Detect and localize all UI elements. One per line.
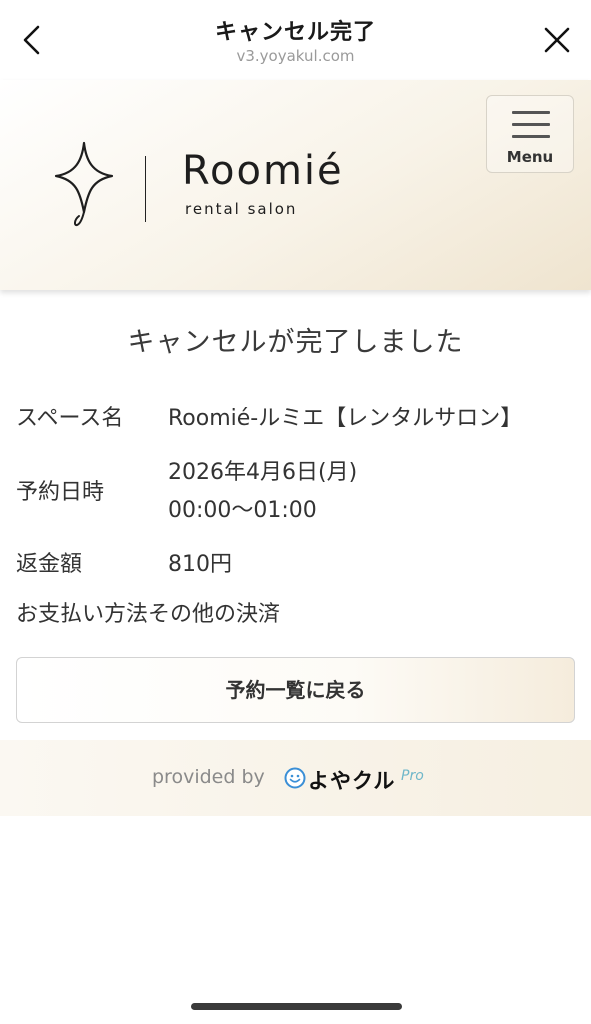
yoyakul-name: よやクル xyxy=(308,769,396,793)
logo-divider xyxy=(145,156,146,222)
space-name-label: スペース名 xyxy=(16,406,124,431)
provided-by-text: provided by xyxy=(152,766,265,788)
brand-name: Roomié xyxy=(182,148,344,194)
yoyakul-tier: Pro xyxy=(401,768,424,784)
reservation-time-value: 00:00〜01:00 xyxy=(168,498,317,523)
refund-amount-value: 810円 xyxy=(168,552,232,577)
menu-button[interactable]: Menu xyxy=(486,95,574,173)
page-url: v3.yoyakul.com xyxy=(236,47,355,65)
footer: provided by よやクル Pro xyxy=(0,740,591,816)
reservation-datetime-label: 予約日時 xyxy=(16,480,105,505)
close-icon xyxy=(544,27,570,53)
payment-method: お支払い方法その他の決済 xyxy=(16,602,281,627)
menu-label: Menu xyxy=(506,148,554,166)
brand-logo[interactable]: Roomié rental salon xyxy=(52,140,392,230)
brand-subtitle: rental salon xyxy=(185,200,298,218)
close-button[interactable] xyxy=(537,20,577,60)
page-title: キャンセル完了 xyxy=(214,20,376,45)
back-to-reservations-button[interactable]: 予約一覧に戻る xyxy=(16,657,575,723)
sparkle-star-icon xyxy=(54,141,114,227)
reservation-date-value: 2026年4月6日(月) xyxy=(168,460,358,485)
refund-amount-label: 返金額 xyxy=(16,552,83,577)
smiley-face-icon xyxy=(284,767,306,789)
home-indicator[interactable] xyxy=(191,1003,402,1010)
completion-headline: キャンセルが完了しました xyxy=(127,327,464,358)
browser-top-bar: キャンセル完了 v3.yoyakul.com xyxy=(0,0,591,78)
space-name-value: Roomié-ルミエ【レンタルサロン】 xyxy=(168,406,523,431)
site-header: Roomié rental salon Menu xyxy=(0,80,591,290)
